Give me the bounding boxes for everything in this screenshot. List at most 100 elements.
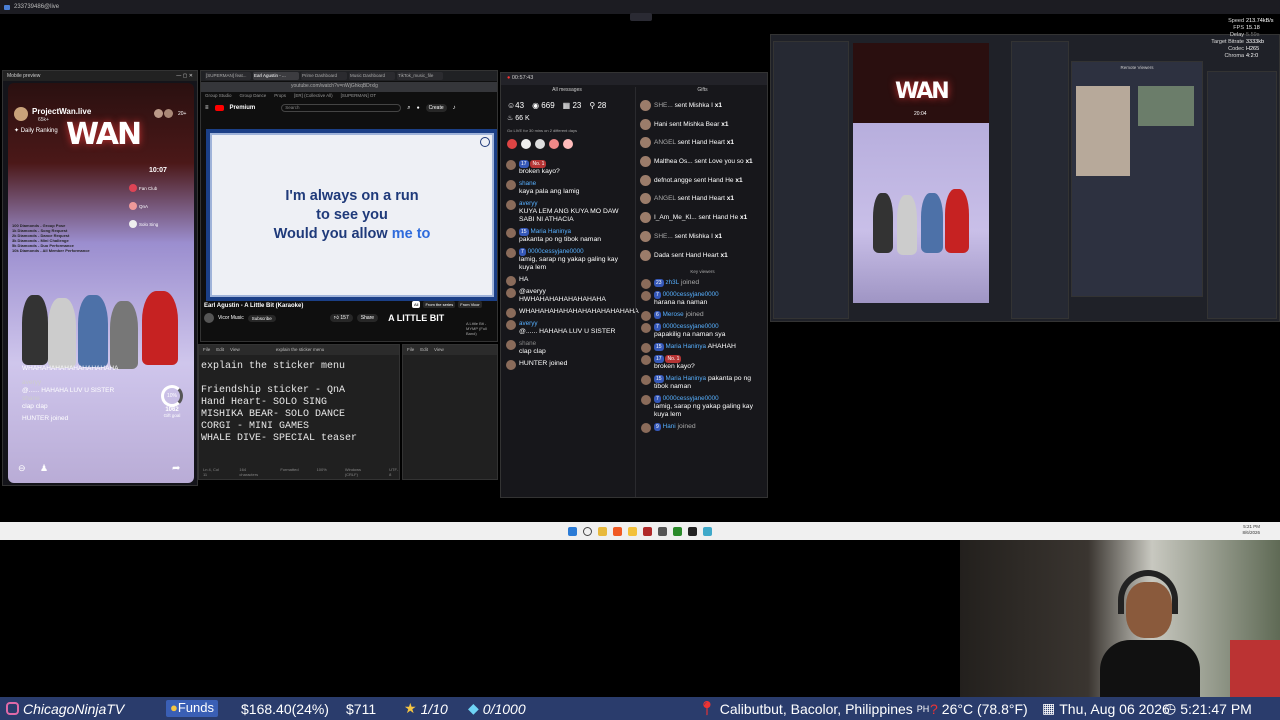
share-icon[interactable]: ➦	[172, 463, 180, 474]
bookmark[interactable]: [SUPERMAN] OT	[341, 93, 377, 101]
gift-row[interactable]: defnot.angge sent Hand He x1	[636, 172, 767, 191]
gift-row[interactable]: I_Am_Me_Kl... sent Hand He x1	[636, 209, 767, 228]
address-bar[interactable]: youtube.com/watch?v=nWjGhkqBDrxlg	[201, 82, 497, 92]
window-controls[interactable]	[630, 13, 652, 21]
like-button[interactable]: 👍︎ 157	[329, 314, 353, 322]
chat-message[interactable]: 15 Maria Haninya pakanta po ng tibok nama…	[501, 227, 633, 247]
bookmark[interactable]: Group Studio	[205, 93, 232, 101]
file-explorer-icon[interactable]	[598, 526, 607, 536]
gift-row[interactable]: Malthea Os... sent Love you so x1	[636, 153, 767, 172]
subscribe-button[interactable]: Subscribe	[247, 314, 276, 322]
folder-icon[interactable]	[628, 526, 637, 536]
bookmark[interactable]: Group Dance	[240, 93, 267, 101]
menu-file[interactable]: File	[407, 347, 414, 353]
gift-sticker-icon[interactable]	[507, 139, 517, 149]
chat-message[interactable]: HA	[501, 275, 633, 287]
notepad-text-area[interactable]: explain the sticker menu Friendship stick…	[199, 355, 399, 451]
channel-name[interactable]: Vicor Music	[218, 315, 244, 321]
browser-tab[interactable]: Prime Dashboard	[301, 72, 347, 80]
link-icon[interactable]: ⊖	[18, 463, 26, 474]
notepad-tab-title[interactable]: explain the sticker menu	[276, 347, 325, 353]
gift-sticker-icon[interactable]	[563, 139, 573, 149]
bookmark[interactable]: Props	[274, 93, 286, 101]
app-icon[interactable]	[658, 526, 667, 536]
gift-goal[interactable]: 10% 1062 Gift goal	[158, 385, 186, 418]
youtube-logo-icon[interactable]	[214, 105, 224, 111]
mic-icon[interactable]: ●	[417, 105, 420, 111]
chat-message[interactable]: 17 No. 1 broken kayo?	[636, 354, 767, 374]
chat-message[interactable]: 9 Hani joined	[636, 422, 767, 434]
chat-message[interactable]: shane kaya pala ang lamig	[501, 179, 633, 199]
gift-row[interactable]: SHE... sent Mishka I x1	[636, 228, 767, 247]
gift-row[interactable]: SHE... sent Mishka I x1	[636, 97, 767, 116]
gift-sticker-icon[interactable]	[549, 139, 559, 149]
chat-message[interactable]: @averyy HWHAHAHAHAHAHAHAHA	[501, 287, 633, 307]
thumbnail-title[interactable]: A LITTLE BIT	[388, 313, 444, 323]
daily-ranking[interactable]: ✦ Daily Ranking	[14, 127, 58, 134]
chat-message[interactable]: averyy @...... HAHAHA LUV U SISTER	[501, 319, 633, 339]
search-input[interactable]: Search	[281, 104, 402, 112]
video-player[interactable]: I'm always on a run to see you Would you…	[206, 129, 497, 301]
gift-row[interactable]: Hani sent Mishka Bear x1	[636, 116, 767, 135]
chat-message[interactable]: 17 No. 1 broken kayo?	[501, 159, 633, 179]
chat-message[interactable]: 23 zh3L joined	[636, 278, 767, 290]
browser-tab[interactable]: [SUPERMAN] feat...	[205, 72, 251, 80]
menu-view[interactable]: View	[230, 347, 240, 353]
gift-row[interactable]: ANGEL sent Hand Heart x1	[636, 134, 767, 153]
chat-message[interactable]: 7 0000cessyjane0000 harana na naman	[636, 290, 767, 310]
menu-file[interactable]: File	[203, 347, 210, 353]
people-icon[interactable]: ♟	[40, 463, 48, 474]
menu-item-solo-sing[interactable]: Solo Sing	[129, 215, 171, 233]
gift-row[interactable]: ANGEL sent Hand Heart x1	[636, 190, 767, 209]
chat-message[interactable]: WHAHAHAHAHAHAHAHAHAHAHAHA	[501, 307, 639, 319]
chat-message[interactable]: 7 0000cessyjane0000 lamig, sarap ng yakap…	[636, 394, 767, 422]
windows-start-icon[interactable]	[568, 526, 577, 536]
menu-icon[interactable]: ≡	[205, 105, 209, 111]
close-icon[interactable]: — ▢ ✕	[176, 73, 193, 79]
gift-sticker-icon[interactable]	[535, 139, 545, 149]
brave-browser-icon[interactable]	[613, 526, 622, 536]
diamonds-value: 0/1000	[482, 700, 526, 717]
profile-avatar[interactable]	[14, 107, 28, 121]
browser-tab[interactable]: TikTok_music_file	[397, 72, 443, 80]
bell-icon[interactable]: ♪	[453, 105, 456, 111]
gift-multiplier: x1	[720, 251, 728, 259]
message-text: @...... HAHAHA LUV U SISTER	[519, 328, 616, 335]
gift-sticker-icon[interactable]	[521, 139, 531, 149]
chat-message[interactable]: 15 Maria Haninya AHAHAH	[636, 342, 767, 354]
search-icon[interactable]	[583, 526, 592, 536]
menu-item-fan-club[interactable]: Fan Club	[129, 179, 171, 197]
chat-message[interactable]: 15 Maria Haninya pakanta po ng tibok nam…	[636, 374, 767, 394]
search-icon[interactable]: ⌕	[407, 105, 410, 112]
viewer-avatars[interactable]	[154, 109, 174, 119]
performer	[921, 193, 943, 253]
text-line: Hand Heart- SOLO SING	[201, 397, 328, 408]
app-icon[interactable]	[703, 526, 712, 536]
chip-all[interactable]: All	[412, 301, 421, 308]
chip-channel[interactable]: From Vicor	[458, 301, 482, 308]
browser-tab[interactable]: Music Dashboard	[349, 72, 395, 80]
bookmark[interactable]: [ER] (Collective All)	[294, 93, 333, 101]
xbox-icon[interactable]	[673, 526, 682, 536]
chat-message[interactable]: 6 Merose joined	[636, 310, 767, 322]
app-icon[interactable]	[643, 526, 652, 536]
share-button[interactable]: Share	[356, 314, 379, 322]
menu-edit[interactable]: Edit	[216, 347, 224, 353]
menu-edit[interactable]: Edit	[420, 347, 428, 353]
chat-message[interactable]: shane clap clap	[501, 339, 633, 359]
menu-view[interactable]: View	[434, 347, 444, 353]
obs-preview[interactable]: WAN 20:04	[853, 43, 989, 303]
menu-item-qna[interactable]: QnA	[129, 197, 171, 215]
chat-message[interactable]: 7 0000cessyjane0000 lamig, sarap ng yakap…	[501, 247, 633, 275]
chip-series[interactable]: From the series	[423, 301, 456, 308]
chat-message[interactable]: 7 0000cessyjane0000 papakilig na naman sy…	[636, 322, 767, 342]
chat-message[interactable]: averyy KUYA LEM ANG KUYA MO DAW SABI NI A…	[501, 199, 633, 227]
avatar	[154, 109, 163, 118]
taskbar-clock[interactable]: 5:21 PM 8/6/2026	[1242, 524, 1260, 536]
gift-row[interactable]: Dada sent Hand Heart x1	[636, 247, 767, 266]
create-button[interactable]: Create	[425, 104, 447, 112]
browser-tab[interactable]: Earl Agustin - ...	[253, 72, 299, 80]
capcut-icon[interactable]	[688, 526, 697, 536]
chat-message[interactable]: HUNTER joined	[501, 359, 633, 371]
channel-avatar[interactable]	[204, 313, 214, 323]
